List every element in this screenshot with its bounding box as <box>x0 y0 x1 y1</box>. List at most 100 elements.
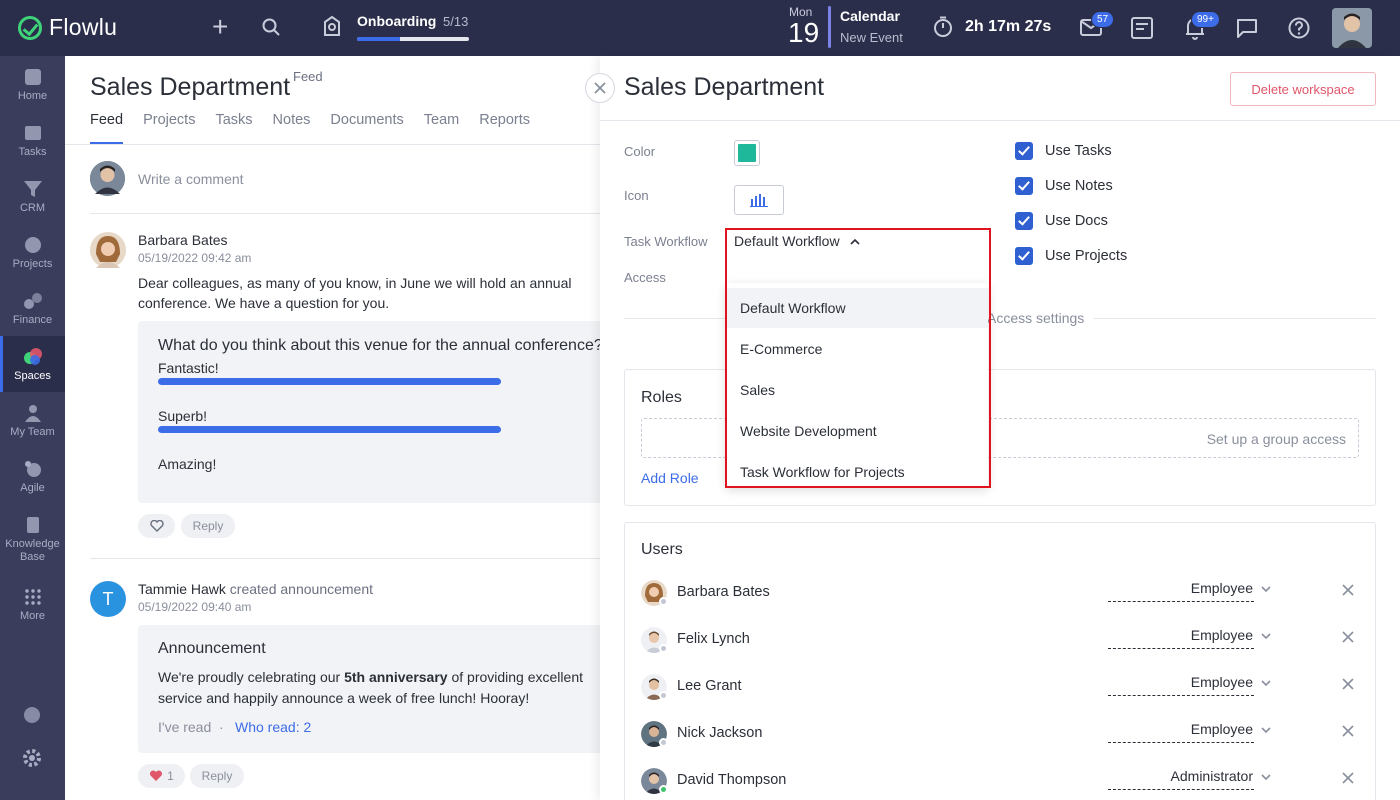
user-role-select[interactable]: Employee <box>1108 721 1254 743</box>
notes-icon[interactable] <box>1131 17 1153 39</box>
user-name[interactable]: Barbara Bates <box>677 584 770 600</box>
tab-feed[interactable]: Feed <box>90 112 124 144</box>
tab-projects[interactable]: Projects <box>143 112 195 144</box>
search-icon[interactable] <box>262 18 280 36</box>
dropdown-option[interactable]: Sales <box>726 370 988 410</box>
ive-read-button[interactable]: I've read · <box>158 719 224 735</box>
checkbox-checked-icon <box>1015 142 1033 160</box>
icon-label: Icon <box>624 188 649 203</box>
nav-projects[interactable]: Projects <box>0 224 65 280</box>
user-role-select[interactable]: Administrator <box>1108 768 1254 790</box>
announcement-author-name[interactable]: Tammie Hawk <box>138 581 226 597</box>
tab-reports[interactable]: Reports <box>479 112 530 144</box>
use-docs-checkbox[interactable]: Use Docs <box>1015 212 1108 230</box>
nav-my-team[interactable]: My Team <box>0 392 65 448</box>
announcement-title: Announcement <box>158 640 266 657</box>
nav-more[interactable]: More <box>0 576 65 632</box>
close-panel-button[interactable] <box>585 73 615 103</box>
user-name[interactable]: Lee Grant <box>677 678 742 694</box>
integrations-icon[interactable] <box>21 704 43 726</box>
user-role-select[interactable]: Employee <box>1108 627 1254 649</box>
reply-button[interactable]: Reply <box>181 514 235 538</box>
top-bar: Flowlu + Onboarding 5/13 Mon 19 Calendar… <box>0 0 1400 56</box>
user-name[interactable]: Felix Lynch <box>677 631 750 647</box>
nav-tasks[interactable]: Tasks <box>0 112 65 168</box>
add-role-link[interactable]: Add Role <box>641 470 699 486</box>
grid-dots-icon <box>24 589 41 605</box>
timer-icon[interactable] <box>933 16 953 38</box>
workspace-title: Sales Department <box>90 73 291 101</box>
chevron-down-icon[interactable] <box>1261 725 1271 735</box>
chevron-down-icon[interactable] <box>1261 584 1271 594</box>
user-name[interactable]: Nick Jackson <box>677 725 762 741</box>
like-button[interactable]: 1 <box>138 764 185 788</box>
nav-home[interactable]: Home <box>0 56 65 112</box>
use-projects-checkbox[interactable]: Use Projects <box>1015 247 1127 265</box>
user-status-dot <box>659 691 668 700</box>
post-author-avatar <box>90 232 126 268</box>
onboarding-title[interactable]: Onboarding <box>357 13 436 29</box>
dropdown-option[interactable]: Website Development <box>726 411 988 451</box>
chevron-down-icon[interactable] <box>1261 772 1271 782</box>
use-notes-checkbox[interactable]: Use Notes <box>1015 177 1113 195</box>
chat-icon[interactable] <box>1236 18 1258 38</box>
dropdown-option[interactable]: Task Workflow for Projects <box>726 452 988 487</box>
remove-user-icon[interactable] <box>1342 584 1354 596</box>
poll-option-bar <box>158 426 501 433</box>
calendar-title[interactable]: Calendar <box>840 8 900 24</box>
workspace-feed: Sales Department Feed Feed Projects Task… <box>65 56 600 800</box>
nav-finance[interactable]: Finance <box>0 280 65 336</box>
settings-gear-icon[interactable] <box>21 747 43 769</box>
comment-input[interactable]: Write a comment <box>138 171 244 187</box>
chevron-down-icon[interactable] <box>1261 631 1271 641</box>
user-name[interactable]: David Thompson <box>677 772 786 788</box>
delete-workspace-button[interactable]: Delete workspace <box>1230 72 1376 106</box>
user-status-dot <box>659 785 668 794</box>
reply-button[interactable]: Reply <box>190 764 244 788</box>
workspace-settings-panel: Sales Department Delete workspace Color … <box>600 56 1400 800</box>
app-logo[interactable]: Flowlu <box>18 14 117 41</box>
calendar-new-event[interactable]: New Event <box>840 30 903 45</box>
use-tasks-checkbox[interactable]: Use Tasks <box>1015 142 1112 160</box>
tasks-icon <box>24 126 41 140</box>
user-role-select[interactable]: Employee <box>1108 580 1254 602</box>
tab-documents[interactable]: Documents <box>330 112 403 144</box>
poll-option[interactable]: Amazing! <box>158 456 216 472</box>
remove-user-icon[interactable] <box>1342 678 1354 690</box>
icon-picker[interactable] <box>734 185 784 215</box>
tab-notes[interactable]: Notes <box>273 112 311 144</box>
poll-option-bar <box>158 378 501 385</box>
user-row: Nick Jackson Employee <box>641 719 1361 749</box>
remove-user-icon[interactable] <box>1342 725 1354 737</box>
user-role-select[interactable]: Employee <box>1108 674 1254 696</box>
user-row: David Thompson Administrator <box>641 766 1361 796</box>
help-icon[interactable] <box>1288 17 1310 39</box>
users-card: Users Barbara Bates Employee Felix Lynch… <box>624 522 1376 800</box>
dropdown-option[interactable]: Default Workflow <box>726 288 988 328</box>
remove-user-icon[interactable] <box>1342 631 1354 643</box>
remove-user-icon[interactable] <box>1342 772 1354 784</box>
chevron-up-icon <box>849 238 860 245</box>
post-text: Dear colleagues, as many of you know, in… <box>138 275 572 311</box>
chevron-down-icon[interactable] <box>1261 678 1271 688</box>
user-row: Felix Lynch Employee <box>641 625 1361 655</box>
user-avatar[interactable] <box>1332 8 1372 48</box>
tab-team[interactable]: Team <box>424 112 459 144</box>
like-button[interactable] <box>138 514 175 538</box>
color-picker[interactable] <box>734 140 760 166</box>
who-read-link[interactable]: Who read: 2 <box>235 719 311 735</box>
tab-tasks[interactable]: Tasks <box>215 112 252 144</box>
dropdown-option[interactable]: E-Commerce <box>726 329 988 369</box>
nav-agile[interactable]: Agile <box>0 448 65 504</box>
poll-option[interactable]: Superb! <box>158 408 207 424</box>
onboarding-icon[interactable] <box>320 14 344 38</box>
timer-value[interactable]: 2h 17m 27s <box>965 18 1051 36</box>
nav-knowledge-base[interactable]: Knowledge Base <box>0 504 65 568</box>
announcement-date: 05/19/2022 09:40 am <box>138 600 252 614</box>
post-author-name[interactable]: Barbara Bates <box>138 232 228 248</box>
nav-spaces[interactable]: Spaces <box>0 336 65 392</box>
poll-option[interactable]: Fantastic! <box>158 360 219 376</box>
plus-icon[interactable]: + <box>212 13 228 41</box>
nav-crm[interactable]: CRM <box>0 168 65 224</box>
task-workflow-select[interactable]: Default Workflow <box>734 233 860 249</box>
